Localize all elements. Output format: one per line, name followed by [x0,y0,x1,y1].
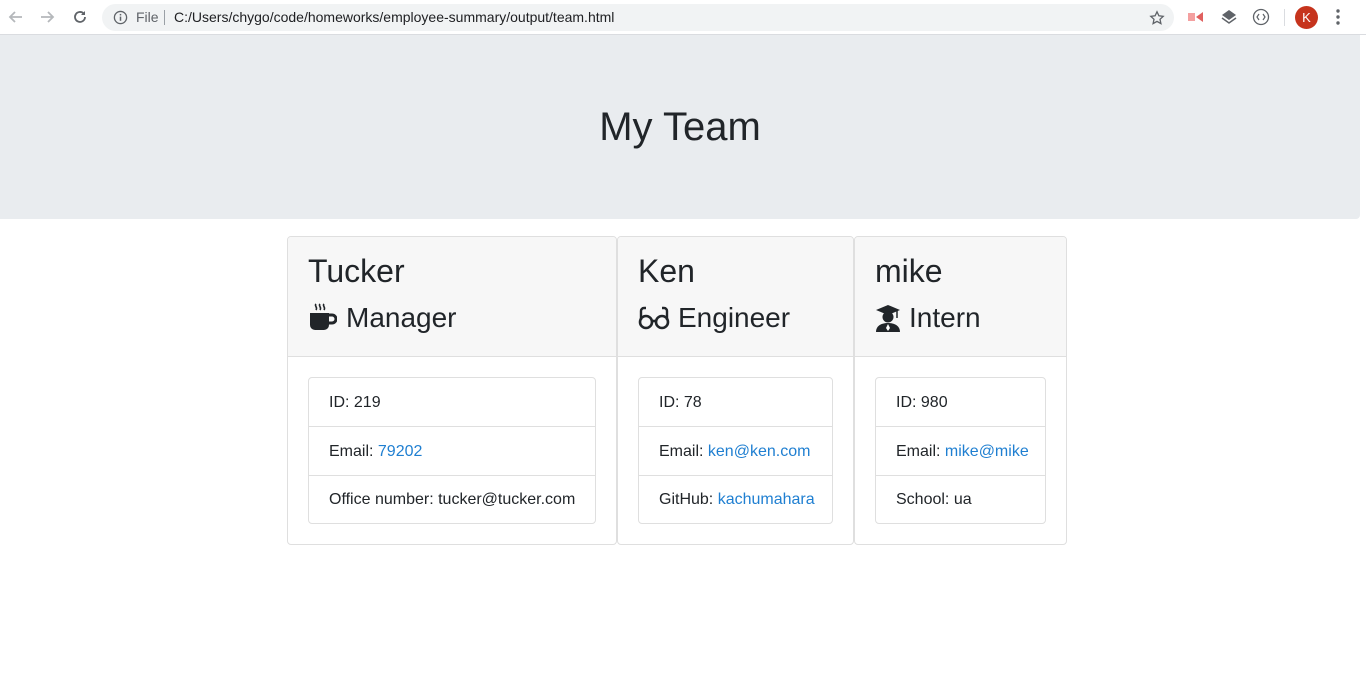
toolbar-divider [1284,9,1285,26]
school-value: ua [953,491,972,508]
profile-avatar[interactable]: K [1295,6,1318,29]
mug-icon [308,303,338,333]
role-label: Manager [346,302,457,333]
card-header: mike Intern [855,237,1066,357]
school-item: School: ua [876,476,1045,523]
email-link[interactable]: mike@mike [945,443,1029,460]
email-label: Email: [659,443,708,460]
office-number-item: Office number: tucker@tucker.com [309,476,595,523]
email-label: Email: [896,443,945,460]
id-label: ID: [896,394,921,411]
id-value: 219 [353,394,381,411]
star-icon[interactable] [1146,7,1168,29]
jumbotron: My Team [0,35,1360,219]
office-number-label: Office number: [329,491,439,508]
reload-icon[interactable] [69,6,91,28]
employee-card-manager: Tucker Manager ID: 219 Email: 79202 Offi… [287,236,617,545]
role-label: Intern [909,302,981,333]
id-label: ID: [659,394,684,411]
employee-details-list: ID: 78 Email: ken@ken.com GitHub: kachum… [638,377,833,524]
email-link[interactable]: 79202 [378,443,423,460]
layers-extension-icon[interactable] [1219,7,1239,27]
id-label: ID: [329,394,354,411]
code-extension-icon[interactable] [1251,7,1271,27]
employee-details-list: ID: 219 Email: 79202 Office number: tuck… [308,377,596,524]
cast-extension-icon[interactable] [1186,7,1206,27]
url-text[interactable]: C:/Users/chygo/code/homeworks/employee-s… [174,9,614,26]
employee-role: Intern [875,299,981,337]
employee-role: Manager [308,299,457,337]
forward-arrow-icon[interactable] [36,6,58,28]
github-link[interactable]: kachumahara [718,491,815,508]
url-separator [164,10,165,25]
employee-name: mike [875,253,943,289]
id-value: 980 [920,394,948,411]
graduate-icon [875,303,901,333]
email-item: Email: 79202 [309,427,595,476]
school-label: School: [896,491,954,508]
github-label: GitHub: [659,491,718,508]
address-bar[interactable]: File C:/Users/chygo/code/homeworks/emplo… [102,4,1174,31]
id-item: ID: 78 [639,378,832,427]
employee-card-intern: mike Intern ID: 980 Email: mike@mike Sch… [854,236,1067,545]
page-title: My Team [599,105,761,149]
employee-role: Engineer [638,299,790,337]
url-scheme: File [136,9,159,25]
email-item: Email: ken@ken.com [639,427,832,476]
email-label: Email: [329,443,378,460]
browser-toolbar: File C:/Users/chygo/code/homeworks/emplo… [0,0,1366,35]
card-header: Tucker Manager [288,237,616,357]
back-arrow-icon[interactable] [5,6,27,28]
employee-card-engineer: Ken Engineer ID: 78 Email: ken@ken.com G… [617,236,854,545]
email-item: Email: mike@mike [876,427,1045,476]
glasses-icon [638,303,670,333]
card-header: Ken Engineer [618,237,853,357]
email-link[interactable]: ken@ken.com [708,443,811,460]
id-item: ID: 980 [876,378,1045,427]
office-number-value: tucker@tucker.com [438,491,576,508]
employee-name: Tucker [308,253,405,289]
id-value: 78 [683,394,702,411]
more-vert-icon[interactable] [1330,7,1346,27]
employee-name: Ken [638,253,695,289]
id-item: ID: 219 [309,378,595,427]
employee-details-list: ID: 980 Email: mike@mike School: ua [875,377,1046,524]
info-icon[interactable] [112,9,129,26]
github-item: GitHub: kachumahara [639,476,832,523]
role-label: Engineer [678,302,791,333]
